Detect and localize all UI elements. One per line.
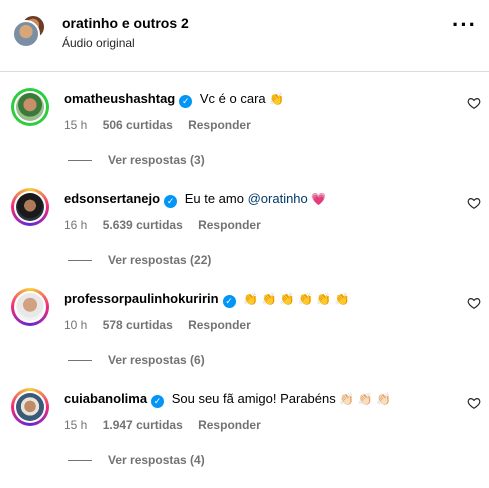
audio-label[interactable]: Áudio original [62, 36, 135, 50]
comment-username[interactable]: cuiabanolima [64, 391, 147, 406]
comment-emoji: 👏 [269, 92, 285, 106]
comment-text: Sou seu fã amigo! Parabéns [171, 391, 336, 406]
reply-button[interactable]: Responder [198, 418, 261, 432]
view-replies-label: Ver respostas (4) [108, 453, 205, 467]
view-replies-button[interactable]: Ver respostas (3) [68, 153, 205, 167]
verified-badge-icon: ✓ [151, 395, 165, 408]
view-replies-label: Ver respostas (3) [108, 153, 205, 167]
divider [68, 260, 92, 262]
likes-count[interactable]: 1.947 curtidas [103, 418, 183, 432]
divider [0, 71, 489, 72]
comment-time: 10 h [64, 318, 88, 332]
likes-count[interactable]: 578 curtidas [103, 318, 173, 332]
verified-badge-icon: ✓ [222, 295, 236, 308]
divider [68, 360, 92, 362]
comment-emoji: 👏🏻 👏🏻 👏🏻 [339, 392, 391, 406]
comment-item: professorpaulinhokuririn ✓ 👏 👏 👏 👏 👏 👏 10… [0, 288, 489, 388]
avatar[interactable] [11, 288, 49, 326]
avatar[interactable] [11, 188, 49, 226]
post-header: oratinho e outros 2 Áudio original ··· [0, 0, 489, 70]
avatar[interactable] [11, 388, 49, 426]
avatar[interactable] [11, 88, 49, 126]
divider [68, 160, 92, 162]
heart-icon[interactable] [467, 396, 481, 410]
likes-count[interactable]: 5.639 curtidas [103, 218, 183, 232]
comment-time: 15 h [64, 118, 88, 132]
likes-count[interactable]: 506 curtidas [103, 118, 173, 132]
comment-time: 16 h [64, 218, 88, 232]
view-replies-button[interactable]: Ver respostas (4) [68, 453, 205, 467]
comment-text: Vc é o cara [199, 91, 266, 106]
comment-item: cuiabanolima ✓ Sou seu fã amigo! Parabéns… [0, 388, 489, 488]
reply-button[interactable]: Responder [188, 118, 251, 132]
verified-badge-icon: ✓ [179, 95, 193, 108]
reply-button[interactable]: Responder [188, 318, 251, 332]
comment-emoji: 👏 👏 👏 👏 👏 👏 [243, 292, 350, 306]
heart-icon[interactable] [467, 96, 481, 110]
view-replies-label: Ver respostas (6) [108, 353, 205, 367]
heart-icon[interactable] [467, 296, 481, 310]
mention-link[interactable]: @oratinho [248, 191, 308, 206]
comment-item: edsonsertanejo ✓ Eu te amo @oratinho 💗 16… [0, 188, 489, 288]
collab-avatars[interactable] [12, 14, 46, 48]
divider [68, 460, 92, 462]
header-title[interactable]: oratinho e outros 2 [62, 15, 189, 31]
avatar [12, 20, 40, 48]
view-replies-button[interactable]: Ver respostas (22) [68, 253, 211, 267]
verified-badge-icon: ✓ [164, 195, 178, 208]
reply-button[interactable]: Responder [198, 218, 261, 232]
heart-icon[interactable] [467, 196, 481, 210]
comment-time: 15 h [64, 418, 88, 432]
view-replies-label: Ver respostas (22) [108, 253, 212, 267]
comment-text: Eu te amo [184, 191, 248, 206]
comment-item: omatheushashtag ✓ Vc é o cara 👏 15 h 506 … [0, 88, 489, 188]
comment-emoji: 💗 [311, 192, 327, 206]
comment-username[interactable]: professorpaulinhokuririn [64, 291, 219, 306]
comment-username[interactable]: edsonsertanejo [64, 191, 160, 206]
more-horizontal-icon[interactable]: ··· [452, 14, 477, 36]
view-replies-button[interactable]: Ver respostas (6) [68, 353, 205, 367]
comment-username[interactable]: omatheushashtag [64, 91, 175, 106]
